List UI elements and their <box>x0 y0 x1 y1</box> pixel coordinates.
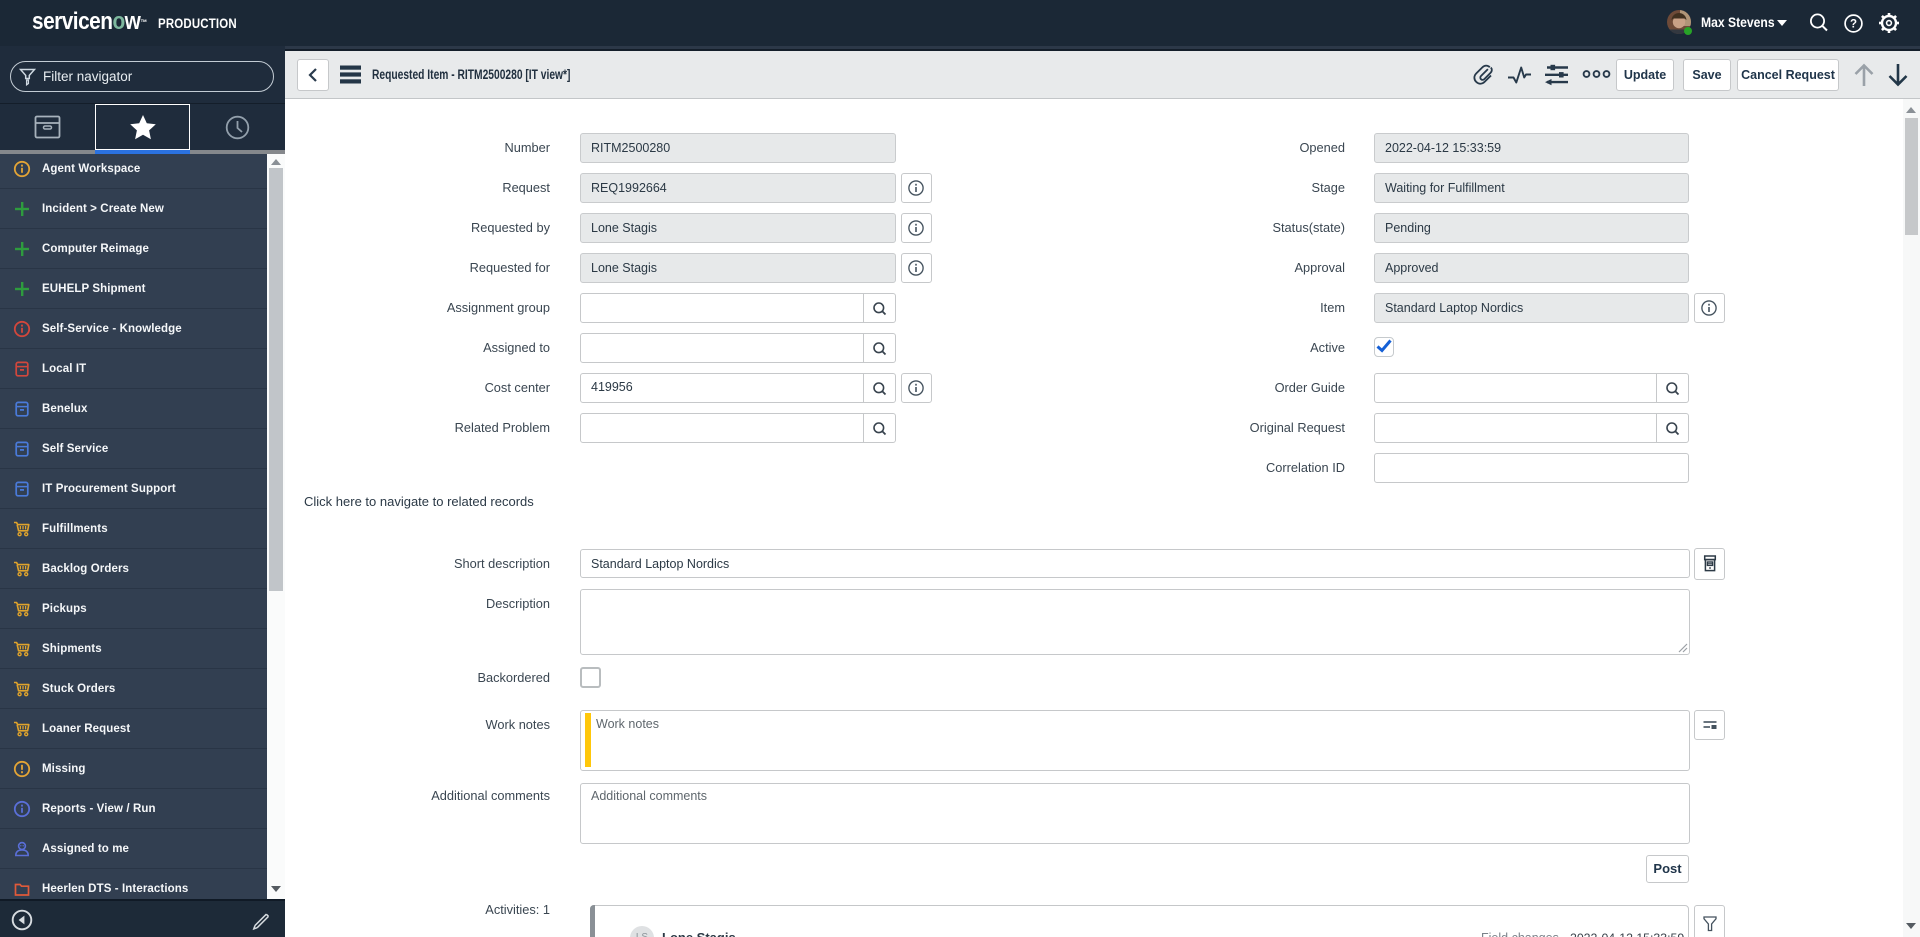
svg-text:?: ? <box>1850 19 1857 31</box>
